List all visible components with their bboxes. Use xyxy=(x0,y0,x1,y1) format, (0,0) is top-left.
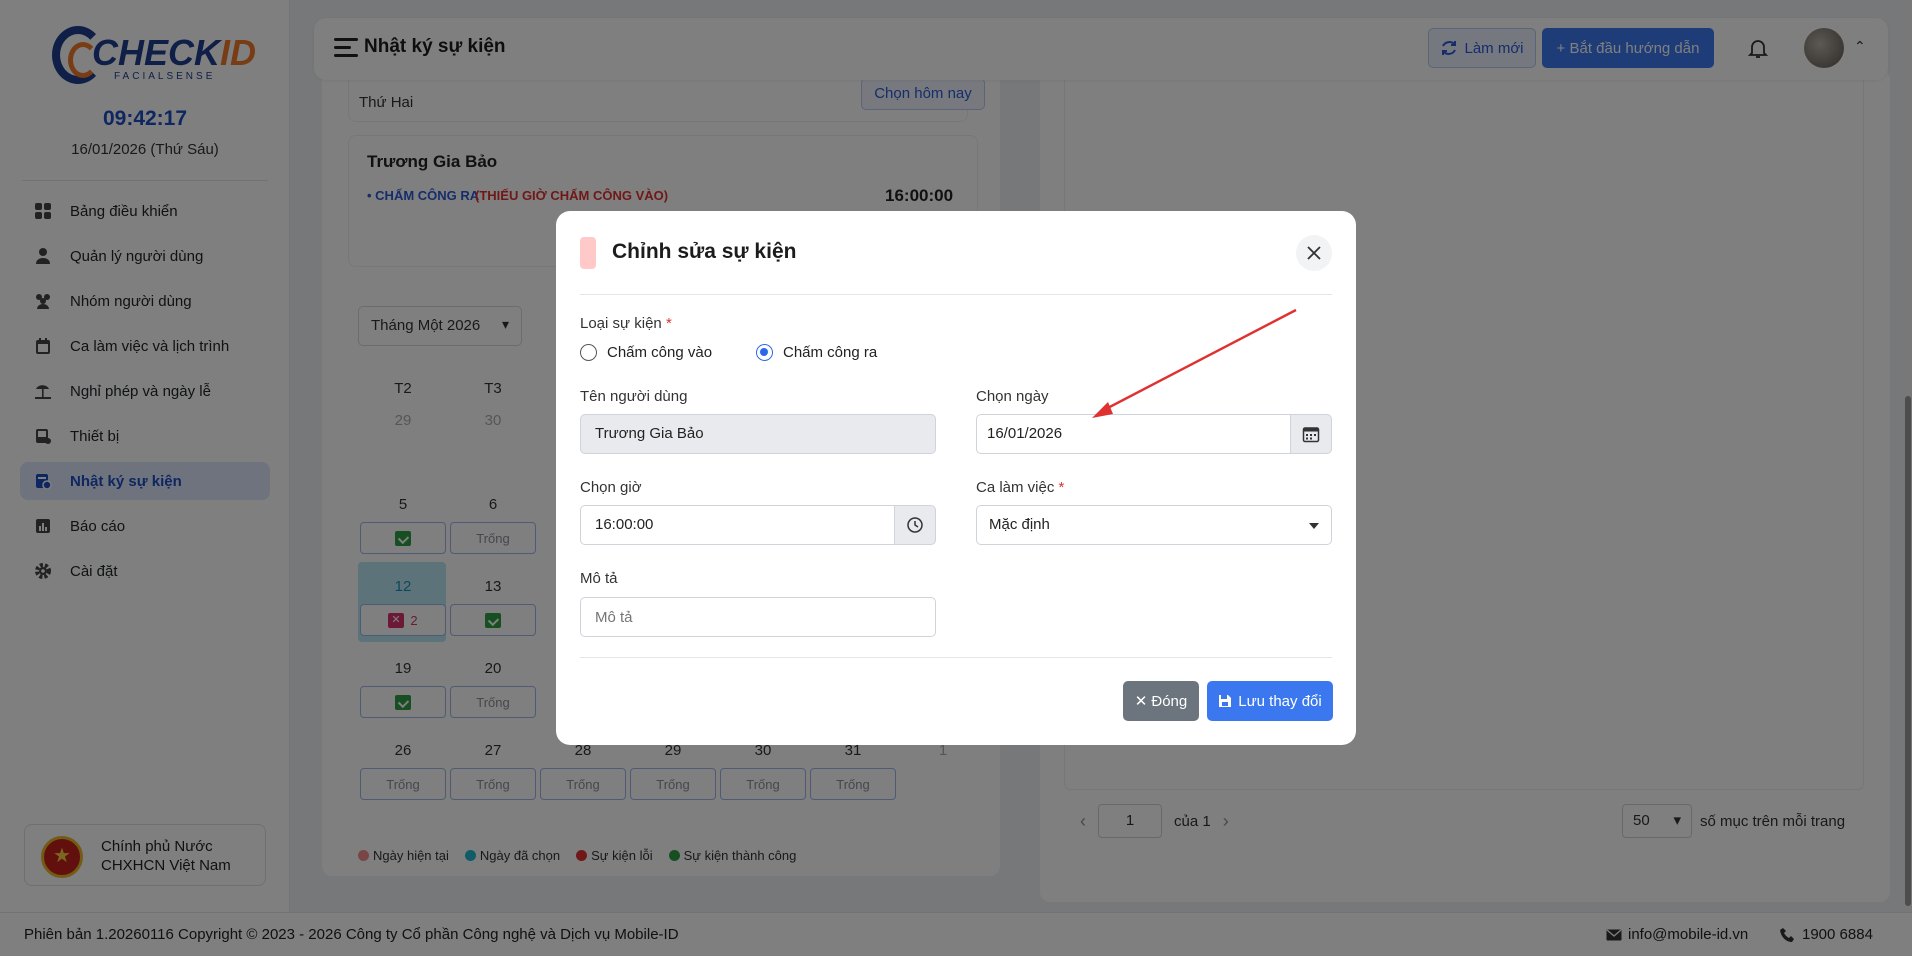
annotation-arrow xyxy=(1092,308,1297,418)
